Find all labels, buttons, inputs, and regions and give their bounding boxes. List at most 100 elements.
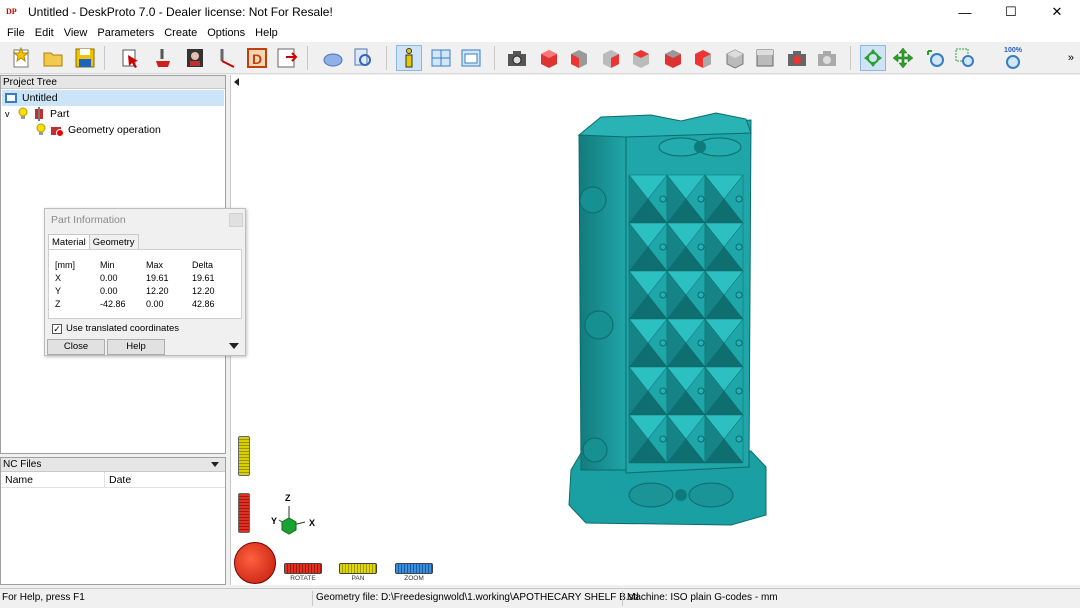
render-outline-icon[interactable] <box>814 45 840 71</box>
minimize-button[interactable]: — <box>942 0 988 24</box>
table-cell: Z <box>55 298 61 309</box>
collapse-panel-icon[interactable] <box>234 78 239 86</box>
pan-label: PAN <box>351 575 365 582</box>
part-parameters-icon[interactable] <box>118 45 144 71</box>
simulate-icon[interactable] <box>320 45 346 71</box>
operation-parameters-icon[interactable] <box>150 45 176 71</box>
zoom-100-icon[interactable]: 100% <box>1000 45 1026 71</box>
drawer-knob <box>735 435 743 443</box>
table-cell: Y <box>55 285 62 296</box>
machine-parameters-icon[interactable] <box>182 45 208 71</box>
window-controls: — ☐ ✕ <box>942 0 1080 24</box>
pan-mode-icon[interactable] <box>890 45 916 71</box>
lightbulb-icon <box>18 107 28 119</box>
nc-files-columns: Name Date <box>1 472 225 488</box>
3d-viewport[interactable]: Z Y X <box>230 75 1080 585</box>
table-cell: 0.00 <box>100 285 118 296</box>
tree-item-part[interactable]: v Part <box>5 106 69 122</box>
info-icon[interactable] <box>396 45 422 71</box>
close-button[interactable]: ✕ <box>1034 0 1080 24</box>
drawer-knob <box>697 387 705 395</box>
table-header-cell: Delta <box>192 259 214 270</box>
pan-vertical-slider[interactable] <box>238 436 250 476</box>
drawer-knob <box>659 291 667 299</box>
tree-item-label: Part <box>50 108 70 120</box>
window-view-icon[interactable] <box>458 45 484 71</box>
drawer-knob <box>735 291 743 299</box>
menu-help[interactable]: Help <box>250 27 283 39</box>
drawer-knob <box>659 435 667 443</box>
drawer-knob <box>659 243 667 251</box>
axis-z-label: Z <box>285 493 291 503</box>
menu-options[interactable]: Options <box>202 27 250 39</box>
view-front-icon[interactable] <box>566 45 592 71</box>
menu-edit[interactable]: Edit <box>30 27 59 39</box>
rotate-slider[interactable] <box>284 563 322 574</box>
zoom-mode-icon[interactable] <box>922 45 948 71</box>
zoom-slider[interactable] <box>395 563 433 574</box>
view-back-icon[interactable] <box>598 45 624 71</box>
toolbar-overflow-button[interactable]: » <box>1068 52 1074 64</box>
translated-coordinates-checkbox[interactable]: ✓ <box>52 323 62 334</box>
pan-slider[interactable] <box>339 563 377 574</box>
chevron-down-icon[interactable]: v <box>5 109 17 119</box>
close-dialog-button[interactable]: Close <box>47 339 105 355</box>
operation-error-icon <box>51 127 64 137</box>
tree-item-untitled[interactable]: Untitled <box>2 90 224 106</box>
dropdown-arrow-icon[interactable] <box>211 462 219 467</box>
toolbar: D 100% » <box>0 42 1080 74</box>
tree-item-label: Geometry operation <box>68 124 161 136</box>
view-wire-icon[interactable] <box>752 45 778 71</box>
status-help: For Help, press F1 <box>2 592 85 603</box>
menu-create[interactable]: Create <box>159 27 202 39</box>
drawer-knob <box>735 195 743 203</box>
table-cell: 19.61 <box>192 272 215 283</box>
view-iso-icon[interactable] <box>536 45 562 71</box>
view-bottom-icon[interactable] <box>722 45 748 71</box>
column-name[interactable]: Name <box>1 472 105 487</box>
expand-arrow-icon[interactable] <box>229 343 239 349</box>
drawer-knob <box>659 195 667 203</box>
table-cell: 0.00 <box>146 298 164 309</box>
dialog-close-icon[interactable] <box>229 213 243 227</box>
table-cell: 12.20 <box>192 285 215 296</box>
dialog-title: Part Information <box>45 209 245 231</box>
view-top-icon[interactable] <box>690 45 716 71</box>
help-button[interactable]: Help <box>107 339 165 355</box>
rotate-vertical-slider[interactable] <box>238 493 250 533</box>
rotate-mode-icon[interactable] <box>860 45 886 71</box>
table-header-cell: [mm] <box>55 259 75 270</box>
drawer-knob <box>735 243 743 251</box>
create-toolpath-icon[interactable]: D <box>244 45 270 71</box>
maximize-button[interactable]: ☐ <box>988 0 1034 24</box>
lightbulb-icon <box>36 123 46 135</box>
tab-content: [mm] Min Max Delta X 0.00 19.61 19.61 Y … <box>48 249 242 319</box>
split-view-icon[interactable] <box>428 45 454 71</box>
axis-x-label: X <box>309 518 316 528</box>
write-nc-file-icon[interactable] <box>274 45 300 71</box>
view-right-icon[interactable] <box>660 45 686 71</box>
render-shaded-icon[interactable] <box>784 45 810 71</box>
menu-view[interactable]: View <box>59 27 93 39</box>
model-render <box>568 112 767 526</box>
part-information-dialog: Part Information Material Geometry [mm] … <box>44 208 246 356</box>
open-project-icon[interactable] <box>40 45 66 71</box>
table-row: Y 0.00 12.20 12.20 <box>55 284 232 297</box>
column-date[interactable]: Date <box>105 472 131 487</box>
menu-file[interactable]: File <box>2 27 30 39</box>
save-project-icon[interactable] <box>72 45 98 71</box>
inspect-icon[interactable] <box>350 45 376 71</box>
window-title: Untitled - DeskProto 7.0 - Dealer licens… <box>28 5 333 19</box>
zoom-window-icon[interactable] <box>952 45 978 71</box>
nc-files-header[interactable]: NC Files <box>1 458 225 472</box>
translated-coordinates-option[interactable]: ✓ Use translated coordinates <box>52 323 179 334</box>
camera-icon[interactable] <box>504 45 530 71</box>
status-geometry-file: Geometry file: D:\Freedesignwold\1.worki… <box>316 592 639 603</box>
rotate-dial[interactable] <box>234 542 276 584</box>
cutter-parameters-icon[interactable] <box>214 45 240 71</box>
new-project-icon[interactable] <box>8 45 34 71</box>
tree-item-geometry-operation[interactable]: Geometry operation <box>35 122 161 138</box>
view-left-icon[interactable] <box>628 45 654 71</box>
menu-parameters[interactable]: Parameters <box>92 27 159 39</box>
drawer-knob <box>697 339 705 347</box>
